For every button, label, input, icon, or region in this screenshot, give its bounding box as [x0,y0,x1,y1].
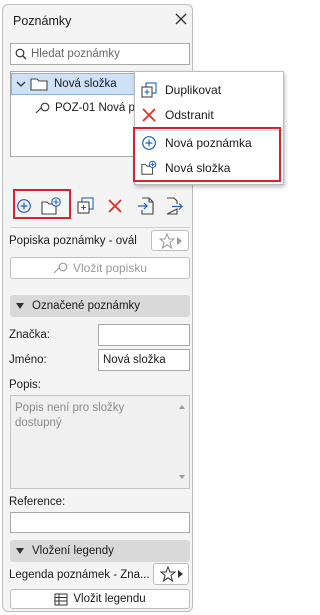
delete-button[interactable] [104,195,126,217]
section-marked-notes[interactable]: Označené poznámky [10,295,190,317]
delete-icon [107,198,123,214]
chevron-down-icon[interactable] [15,78,27,93]
tree-item-note[interactable]: POZ-01 Nová p [35,102,135,114]
note-callout-icon [35,102,51,114]
divider [10,227,190,228]
search-icon [15,48,27,60]
section-header: Označené poznámky [32,300,141,312]
mark-field[interactable] [98,324,190,346]
name-label: Jméno: [9,354,47,366]
new-folder-icon [141,160,157,176]
description-label: Popis: [9,379,41,391]
new-folder-button[interactable] [41,195,63,217]
import-icon [137,197,155,215]
add-note-icon [16,198,32,214]
section-legend[interactable]: Vložení legendy [10,540,190,562]
legend-favorite-button[interactable] [153,563,189,585]
description-field[interactable]: Popis není pro složky dostupný [10,395,190,489]
delete-icon [141,107,157,123]
name-value: Nová složka [103,354,166,366]
label-title: Popiska poznámky - ovál [9,235,137,247]
menu-item-label: Duplikovat [165,83,222,97]
menu-item-label: Nová složka [165,161,231,175]
menu-item-new-note[interactable]: Nová poznámka [135,131,283,155]
description-scrollbar[interactable] [175,396,189,488]
search-input[interactable]: Hledat poznámky [10,43,190,65]
folder-label: Nová složka [54,78,117,90]
folder-icon [30,77,48,94]
menu-item-label: Nová poznámka [165,136,252,150]
insert-legend-text: Vložit legendu [73,593,146,605]
import-button[interactable] [135,195,157,217]
section-header: Vložení legendy [32,545,114,557]
mark-label: Značka: [9,329,50,341]
add-note-button[interactable] [13,195,35,217]
chevron-right-icon [176,236,182,245]
new-folder-icon [41,197,63,215]
reference-field[interactable] [10,512,190,533]
legend-label: Legenda poznámek - Zna... [9,569,150,581]
panel-title: Poznámky [13,14,72,28]
export-icon [165,197,183,215]
collapse-icon [16,303,24,309]
note-label: POZ-01 Nová p [55,102,135,114]
chevron-right-icon [177,570,183,578]
search-placeholder: Hledat poznámky [31,48,120,60]
context-menu: Duplikovat Odstranit Nová poznámka Nová … [133,71,284,185]
callout-icon [53,262,69,274]
collapse-icon [16,548,24,554]
name-field[interactable]: Nová složka [98,349,190,371]
duplicate-icon [141,82,157,98]
description-text: Popis není pro složky dostupný [15,402,125,429]
duplicate-icon [77,197,95,215]
reference-label: Reference: [9,496,66,508]
star-icon [159,566,176,582]
legend-table-icon [54,593,68,606]
close-icon[interactable] [173,11,189,27]
insert-legend-button[interactable]: Vložit legendu [10,589,190,609]
insert-label-text: Vložit popisku [72,261,148,275]
star-icon [158,232,175,249]
menu-item-duplicate[interactable]: Duplikovat [135,78,283,102]
menu-item-new-folder[interactable]: Nová složka [135,156,283,180]
export-button[interactable] [163,195,185,217]
add-note-icon [141,135,157,151]
duplicate-button[interactable] [75,195,97,217]
favorite-button[interactable] [151,230,189,251]
insert-label-button[interactable]: Vložit popisku [10,257,190,279]
menu-item-delete[interactable]: Odstranit [135,103,283,127]
menu-item-label: Odstranit [165,108,214,122]
